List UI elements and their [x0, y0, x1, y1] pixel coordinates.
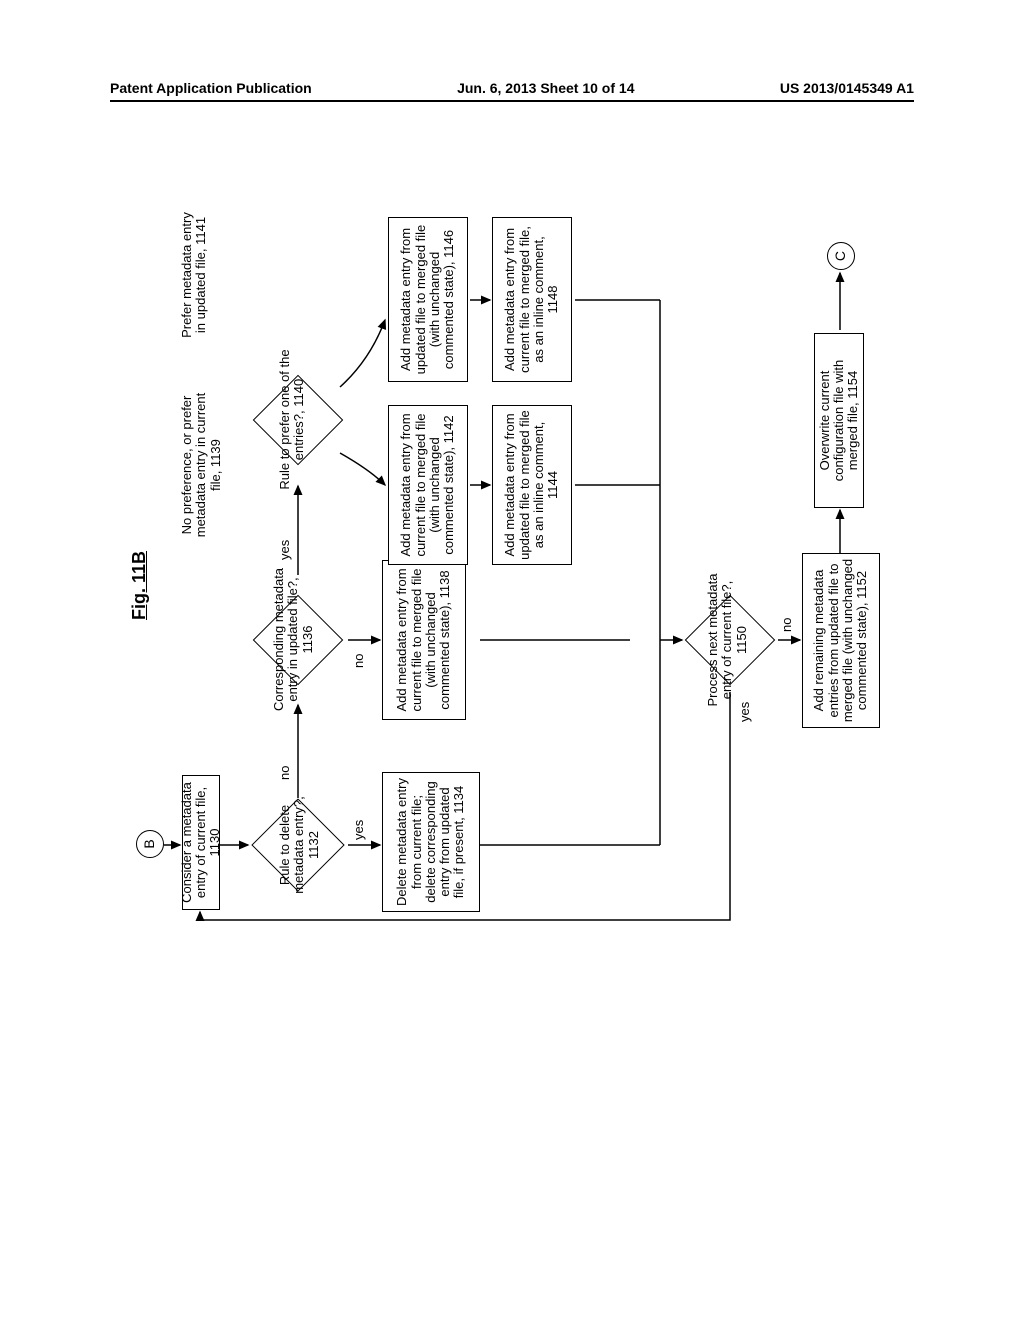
node-1134: Delete metadata entry from current file;… [382, 772, 480, 912]
node-1144: Add metadata entry from updated file to … [492, 405, 572, 565]
label-yes-1150: yes [738, 702, 752, 722]
node-1140-shape [253, 375, 344, 466]
connector-b: B [136, 830, 164, 858]
header-right: US 2013/0145349 A1 [780, 80, 914, 96]
label-yes-1132: yes [352, 820, 366, 840]
node-1141: Prefer metadata entry in updated file, 1… [180, 210, 209, 340]
page-header: Patent Application Publication Jun. 6, 2… [110, 80, 914, 102]
page: Patent Application Publication Jun. 6, 2… [0, 0, 1024, 1320]
header-center: Jun. 6, 2013 Sheet 10 of 14 [457, 80, 634, 96]
node-1136-shape [253, 595, 344, 686]
node-1146: Add metadata entry from updated file to … [388, 217, 468, 382]
node-1150-shape [685, 595, 776, 686]
node-1132-shape [251, 798, 344, 891]
label-no-1132: no [278, 766, 292, 780]
node-1139: No preference, or prefer metadata entry … [180, 390, 223, 540]
node-1142: Add metadata entry from current file to … [388, 405, 468, 565]
node-1148: Add metadata entry from current file to … [492, 217, 572, 382]
label-no-1150: no [780, 618, 794, 632]
node-1152: Add remaining metadata entries from upda… [802, 553, 880, 728]
figure-title: Fig. 11B [130, 551, 150, 620]
label-yes-1136: yes [278, 540, 292, 560]
node-1154: Overwrite current configuration file wit… [814, 333, 864, 508]
label-no-1136: no [352, 654, 366, 668]
node-1138: Add metadata entry from current file to … [382, 560, 466, 720]
header-left: Patent Application Publication [110, 80, 312, 96]
node-1130: Consider a metadata entry of current fil… [182, 775, 220, 910]
diagram-rotated: Fig. 11B B Consider a metadata entry of … [130, 170, 900, 940]
connector-c: C [827, 242, 855, 270]
diagram-area: Fig. 11B B Consider a metadata entry of … [130, 170, 900, 940]
